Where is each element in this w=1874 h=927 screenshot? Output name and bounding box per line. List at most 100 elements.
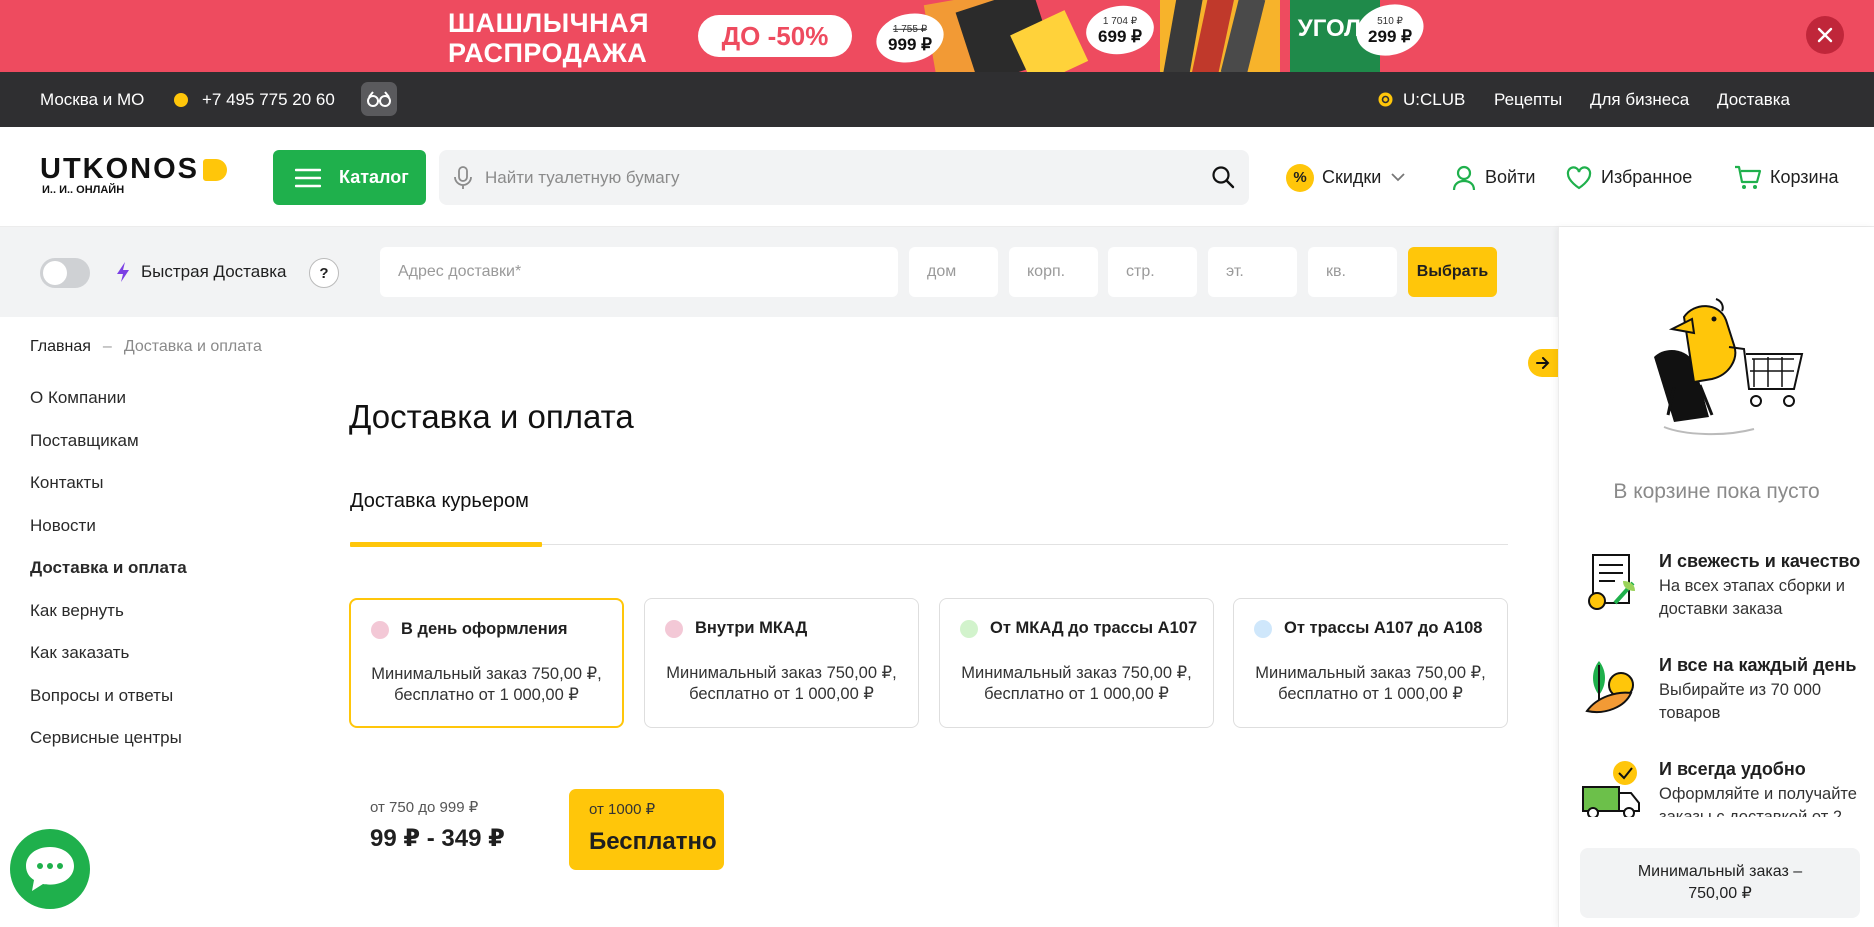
house-input[interactable]: дом xyxy=(909,247,998,297)
chevron-down-icon xyxy=(1391,173,1406,182)
cart-empty-message: В корзине пока пусто xyxy=(1613,480,1820,503)
feature-title: И свежесть и качество xyxy=(1659,551,1861,571)
feature-freshness: И свежесть и качество На всех этапах сбо… xyxy=(1579,551,1869,631)
zone-card-mkad-a107[interactable]: От МКАД до трассы А107 Минимальный заказ… xyxy=(939,598,1214,728)
feature-everyday: И все на каждый день Выбирайте из 70 000… xyxy=(1579,655,1869,735)
region-selector[interactable]: Москва и МО xyxy=(40,72,144,127)
zone-free-from: бесплатно от 1 000,00 ₽ xyxy=(1278,685,1463,703)
top-bar: Москва и МО +7 495 775 20 60 U:CLUB Реце… xyxy=(0,72,1874,127)
percent-icon: % xyxy=(1286,163,1314,192)
sidebar-item-suppliers[interactable]: Поставщикам xyxy=(30,431,187,474)
structure-input[interactable]: стр. xyxy=(1108,247,1197,297)
sidebar-item-about[interactable]: О Компании xyxy=(30,388,187,431)
sidebar-item-delivery-payment[interactable]: Доставка и оплата xyxy=(30,558,187,601)
fast-delivery-text: Быстрая Доставка xyxy=(141,262,287,281)
zone-min-order: Минимальный заказ 750,00 ₽, xyxy=(1255,664,1486,682)
sidebar-item-returns[interactable]: Как вернуть xyxy=(30,601,187,644)
floor-input[interactable]: эт. xyxy=(1208,247,1297,297)
phone-link[interactable]: +7 495 775 20 60 xyxy=(174,72,335,127)
fast-delivery-help-button[interactable]: ? xyxy=(309,258,339,288)
sidebar-item-contacts[interactable]: Контакты xyxy=(30,473,187,516)
logo-duck-icon xyxy=(203,158,227,181)
tab-courier-delivery[interactable]: Доставка курьером xyxy=(350,490,529,513)
glasses-icon xyxy=(367,91,391,107)
close-banner-button[interactable] xyxy=(1806,16,1844,54)
arrow-right-icon xyxy=(1536,357,1550,369)
feature-description: На всех этапах сборки и доставки заказа xyxy=(1659,577,1845,618)
logo-text: UTKONOS xyxy=(40,153,199,185)
zone-min-order: Минимальный заказ 750,00 ₽, xyxy=(371,665,602,683)
cart-panel: В корзине пока пусто И свежесть и качест… xyxy=(1558,227,1874,927)
promo-banner[interactable]: ШАШЛЫЧНАЯ РАСПРОДАЖА ДО -50% УГОЛЬ 1 755… xyxy=(0,0,1874,72)
zone-free-from: бесплатно от 1 000,00 ₽ xyxy=(984,685,1169,703)
login-button[interactable]: Войти xyxy=(1452,150,1535,205)
promo-price3-new: 299 ₽ xyxy=(1368,27,1412,46)
phone-number: +7 495 775 20 60 xyxy=(202,89,335,109)
zone-card-same-day[interactable]: В день оформления Минимальный заказ 750,… xyxy=(349,598,624,728)
certificate-icon xyxy=(1588,554,1635,610)
main-header: UTKONOS И.. И.. ОНЛАЙН Каталог % Скидки … xyxy=(0,127,1874,227)
vegetables-icon xyxy=(1585,661,1634,713)
utkonos-logo[interactable]: UTKONOS И.. И.. ОНЛАЙН xyxy=(40,153,227,196)
delivery-price-free: от 1000 ₽ Бесплатно xyxy=(569,789,724,870)
sidebar-item-faq[interactable]: Вопросы и ответы xyxy=(30,686,187,729)
search-input[interactable] xyxy=(485,167,1165,188)
zone-card-inside-mkad[interactable]: Внутри МКАД Минимальный заказ 750,00 ₽, б… xyxy=(644,598,919,728)
uclub-icon xyxy=(1378,92,1393,107)
apartment-input[interactable]: кв. xyxy=(1308,247,1397,297)
choose-address-button[interactable]: Выбрать xyxy=(1408,247,1497,297)
delivery-link[interactable]: Доставка xyxy=(1717,72,1790,127)
promo-price2-old: 1 704 ₽ xyxy=(1103,16,1138,27)
zone-min-order: Минимальный заказ 750,00 ₽, xyxy=(666,664,897,682)
info-sidebar: О Компании Поставщикам Контакты Новости … xyxy=(30,388,187,771)
cart-button[interactable]: Корзина xyxy=(1734,150,1839,205)
price-free-value: Бесплатно xyxy=(589,828,717,855)
price-free-label: от 1000 ₽ xyxy=(589,801,656,818)
recipes-link[interactable]: Рецепты xyxy=(1494,72,1562,127)
zone-title: От трассы А107 до А108 xyxy=(1284,619,1483,637)
breadcrumb-separator: – xyxy=(102,338,112,355)
price-range-value: 99 ₽ - 349 ₽ xyxy=(370,825,505,852)
promo-discount-badge: ДО -50% xyxy=(698,15,852,57)
promo-price1-new: 999 ₽ xyxy=(888,35,932,54)
breadcrumb: Главная – Доставка и оплата xyxy=(30,338,262,356)
fast-delivery-toggle[interactable] xyxy=(40,258,90,288)
zone-title: Внутри МКАД xyxy=(695,619,808,637)
microphone-icon[interactable] xyxy=(453,165,473,190)
sidebar-item-service-centers[interactable]: Сервисные центры xyxy=(30,728,187,771)
zone-color-dot xyxy=(1254,619,1272,638)
favorites-button[interactable]: Избранное xyxy=(1566,150,1692,205)
accessibility-glasses-button[interactable] xyxy=(361,82,397,116)
sidebar-item-news[interactable]: Новости xyxy=(30,516,187,559)
chat-bubble-icon xyxy=(26,847,74,891)
cart-label: Корзина xyxy=(1770,167,1839,187)
active-tab-indicator xyxy=(350,542,542,547)
collapse-cart-button[interactable] xyxy=(1528,349,1558,377)
breadcrumb-home[interactable]: Главная xyxy=(30,338,91,355)
price-range-label: от 750 до 999 ₽ xyxy=(370,799,479,816)
discounts-dropdown[interactable]: % Скидки xyxy=(1286,150,1406,205)
address-input[interactable]: Адрес доставки* xyxy=(380,247,898,297)
catalog-label: Каталог xyxy=(339,167,409,187)
lightning-icon xyxy=(117,262,129,282)
page-title: Доставка и оплата xyxy=(349,398,634,435)
delivery-price-range: от 750 до 999 ₽ 99 ₽ - 349 ₽ xyxy=(370,798,505,853)
uclub-link[interactable]: U:CLUB xyxy=(1378,72,1465,127)
menu-icon xyxy=(295,168,321,187)
zone-color-dot xyxy=(960,619,978,638)
search-icon[interactable] xyxy=(1211,165,1235,189)
feature-title: И все на каждый день xyxy=(1659,655,1857,675)
zone-title: В день оформления xyxy=(401,620,568,638)
business-link[interactable]: Для бизнеса xyxy=(1590,72,1689,127)
catalog-button[interactable]: Каталог xyxy=(273,150,426,205)
cart-icon xyxy=(1735,165,1762,189)
login-label: Войти xyxy=(1485,167,1536,187)
sidebar-item-how-to-order[interactable]: Как заказать xyxy=(30,643,187,686)
promo-products-image: УГОЛЬ 1 755 ₽ 999 ₽ 1 704 ₽ 699 ₽ 510 ₽ … xyxy=(870,0,1430,72)
heart-icon xyxy=(1566,165,1592,189)
chat-support-button[interactable] xyxy=(10,829,90,909)
feature-title: И всегда удобно xyxy=(1659,759,1806,779)
zone-card-a107-a108[interactable]: От трассы А107 до А108 Минимальный заказ… xyxy=(1233,598,1508,728)
building-input[interactable]: корп. xyxy=(1009,247,1098,297)
delivery-address-bar: Быстрая Доставка ? Адрес доставки* дом к… xyxy=(0,227,1558,317)
